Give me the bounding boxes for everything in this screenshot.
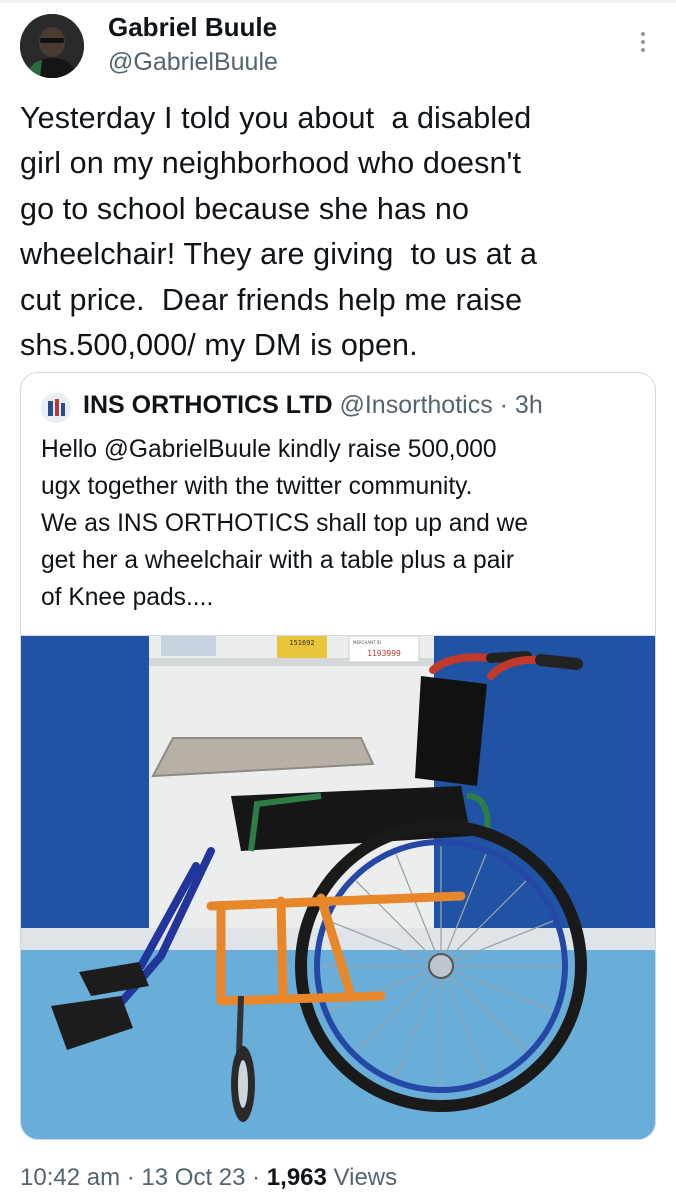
orthotics-logo-icon [41,393,71,423]
views-count: 1,963 [266,1164,327,1191]
tweet-text: Yesterday I told you about a disabled gi… [20,96,660,368]
more-options-icon[interactable] [628,22,658,62]
tweet-line: Yesterday I told you about a disabled [20,101,532,135]
avatar-image [20,14,84,78]
top-divider [0,0,676,3]
quoted-time[interactable]: 3h [515,391,543,419]
views-label: Views [333,1164,398,1191]
tweet-meta: 10:42 am · 13 Oct 23 · 1,963 Views [20,1164,397,1192]
wheelchair-photo[interactable]: 151692 MERCHANT ID 1193999 [21,635,655,1139]
tweet-date[interactable]: 13 Oct 23 [141,1164,245,1191]
quoted-line: Hello @GabrielBuule kindly raise 500,000 [41,436,497,463]
quoted-author-handle[interactable]: @Insorthotics [339,391,492,419]
quoted-text: Hello @GabrielBuule kindly raise 500,000… [41,431,651,616]
tweet-line: go to school because she has no [20,191,470,226]
tweet-line: wheelchair! They are giving to us at a [20,237,538,272]
author-handle[interactable]: @GabrielBuule [108,48,278,77]
quoted-line: get her a wheelchair with a table plus a… [41,547,515,574]
quoted-line: We as INS ORTHOTICS shall top up and we [41,510,529,537]
author-name[interactable]: Gabriel Buule [108,12,277,43]
quoted-line: of Knee pads.... [41,584,214,611]
quoted-line: ugx together with the twitter community. [41,473,473,500]
quoted-author-avatar[interactable] [41,393,71,423]
meta-separator: · [120,1164,142,1191]
quoted-separator: · [492,391,515,419]
tag-number-1: 151692 [289,639,314,647]
tweet-line: cut price. Dear friends help me raise [20,282,523,317]
tweet-line: girl on my neighborhood who doesn't [20,146,522,181]
author-avatar[interactable] [20,14,84,78]
meta-separator: · [245,1164,267,1191]
quoted-tweet[interactable]: INS ORTHOTICS LTD @Insorthotics · 3h Hel… [20,372,656,1140]
tweet-line: shs.500,000/ my DM is open. [20,328,418,363]
tweet-time[interactable]: 10:42 am [20,1164,120,1191]
tag-label-2: MERCHANT ID [353,640,381,645]
quoted-author-name[interactable]: INS ORTHOTICS LTD [83,391,333,419]
quoted-header: INS ORTHOTICS LTD @Insorthotics · 3h [83,391,543,420]
tag-number-2: 1193999 [367,649,401,658]
wheelchair-photo-image: 151692 MERCHANT ID 1193999 [21,636,655,1139]
